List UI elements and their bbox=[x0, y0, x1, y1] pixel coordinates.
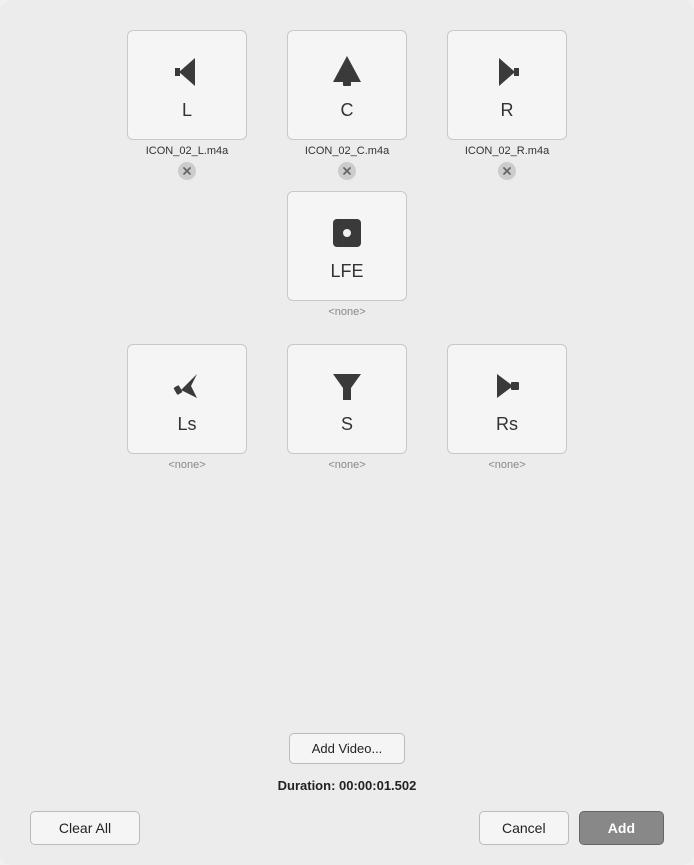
remove-button-L[interactable] bbox=[177, 161, 197, 181]
dialog: L ICON_02_L.m4a bbox=[0, 0, 694, 865]
row-surround: Ls <none> S <none> bbox=[122, 344, 572, 471]
filename-Rs: <none> bbox=[488, 459, 525, 471]
channel-label-S: S bbox=[341, 414, 353, 435]
row-lcr: L ICON_02_L.m4a bbox=[122, 30, 572, 181]
channel-cell-S: S <none> bbox=[282, 344, 412, 471]
arrow-up-icon bbox=[325, 50, 369, 94]
channel-label-C: C bbox=[341, 100, 354, 121]
channel-box-S[interactable]: S bbox=[287, 344, 407, 454]
arrow-back-right-icon bbox=[485, 364, 529, 408]
row-lfe: LFE <none> bbox=[282, 191, 412, 318]
channel-cell-Rs: Rs <none> bbox=[442, 344, 572, 471]
arrow-left-icon bbox=[165, 50, 209, 94]
channel-label-Rs: Rs bbox=[496, 414, 518, 435]
button-row: Clear All Cancel Add bbox=[20, 811, 674, 845]
add-button[interactable]: Add bbox=[579, 811, 664, 845]
filename-L: ICON_02_L.m4a bbox=[146, 145, 229, 157]
remove-button-C[interactable] bbox=[337, 161, 357, 181]
funnel-icon bbox=[325, 364, 369, 408]
filename-S: <none> bbox=[328, 459, 365, 471]
filename-LFE: <none> bbox=[328, 306, 365, 318]
right-buttons: Cancel Add bbox=[479, 811, 664, 845]
channel-cell-Ls: Ls <none> bbox=[122, 344, 252, 471]
channel-cell-C: C ICON_02_C.m4a bbox=[282, 30, 412, 181]
filename-Ls: <none> bbox=[168, 459, 205, 471]
channel-box-R[interactable]: R bbox=[447, 30, 567, 140]
channel-cell-L: L ICON_02_L.m4a bbox=[122, 30, 252, 181]
channel-grid: L ICON_02_L.m4a bbox=[20, 30, 674, 723]
dot-box-icon bbox=[325, 211, 369, 255]
channel-box-L[interactable]: L bbox=[127, 30, 247, 140]
channel-box-LFE[interactable]: LFE bbox=[287, 191, 407, 301]
clear-all-button[interactable]: Clear All bbox=[30, 811, 140, 845]
channel-label-LFE: LFE bbox=[330, 261, 363, 282]
duration-label: Duration: 00:00:01.502 bbox=[278, 778, 417, 793]
remove-button-R[interactable] bbox=[497, 161, 517, 181]
channel-box-Rs[interactable]: Rs bbox=[447, 344, 567, 454]
cancel-button[interactable]: Cancel bbox=[479, 811, 569, 845]
filename-R: ICON_02_R.m4a bbox=[465, 145, 549, 157]
channel-box-C[interactable]: C bbox=[287, 30, 407, 140]
add-video-button[interactable]: Add Video... bbox=[289, 733, 406, 764]
arrow-back-left-icon bbox=[165, 364, 209, 408]
channel-label-R: R bbox=[501, 100, 514, 121]
channel-cell-LFE: LFE <none> bbox=[282, 191, 412, 318]
filename-C: ICON_02_C.m4a bbox=[305, 145, 389, 157]
channel-box-Ls[interactable]: Ls bbox=[127, 344, 247, 454]
channel-label-Ls: Ls bbox=[177, 414, 196, 435]
bottom-section: Add Video... Duration: 00:00:01.502 Clea… bbox=[20, 733, 674, 845]
arrow-right-icon bbox=[485, 50, 529, 94]
channel-label-L: L bbox=[182, 100, 192, 121]
channel-cell-R: R ICON_02_R.m4a bbox=[442, 30, 572, 181]
